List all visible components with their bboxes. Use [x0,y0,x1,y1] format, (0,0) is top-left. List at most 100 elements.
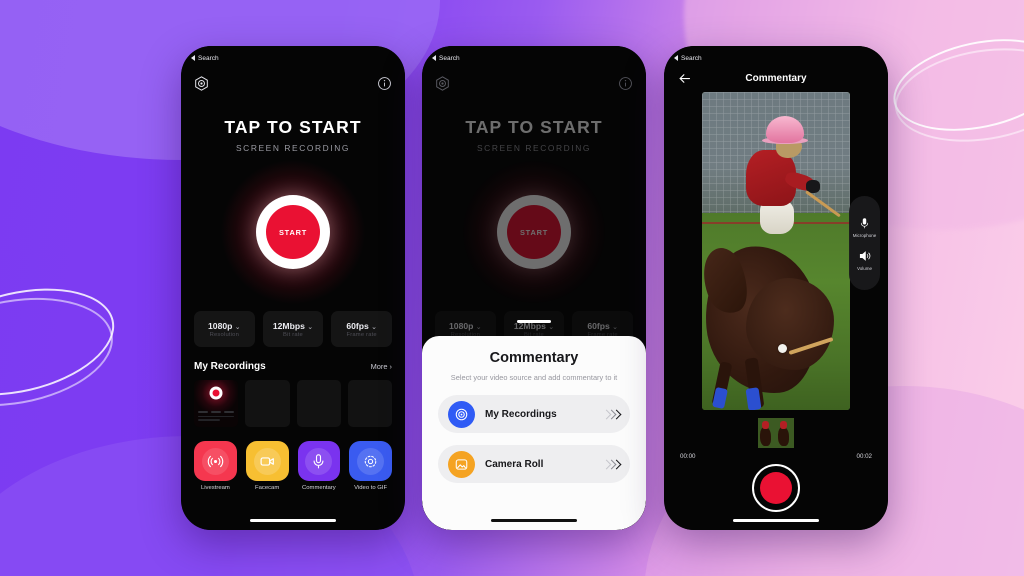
chip-framerate-value: 60fps [346,320,369,331]
start-button[interactable]: START [256,195,330,269]
timeline-frame [776,418,794,448]
page-title: TAP TO START [465,117,603,137]
chevron-down-icon: ⌄ [475,323,482,331]
phone3-screen: Search Commentary Microphone Volume 00:0… [664,46,888,530]
chip-resolution[interactable]: 1080p ⌄ Resolution [194,311,255,347]
phone1-start-area: START [181,157,405,307]
record-button[interactable] [752,464,800,512]
chevron-down-icon: ⌄ [307,323,314,331]
home-indicator [491,518,577,522]
timeline-times: 00:00 00:02 [664,448,888,460]
start-button-label: START [519,227,549,237]
video-timeline[interactable]: 00:00 00:02 [664,418,888,460]
page-subtitle: SCREEN RECORDING [476,143,591,153]
control-microphone-label: Microphone [852,233,877,238]
recording-thumbnail[interactable] [194,380,239,427]
arrow-left-icon[interactable] [676,70,692,86]
control-microphone[interactable]: Microphone [852,215,877,238]
home-indicator [250,518,336,522]
phone1-settings-chips: 1080p ⌄ Resolution 12Mbps ⌄ Bit rate 60f… [181,311,405,347]
my-recordings-header: My Recordings More › [181,361,405,372]
target-settings-icon[interactable] [434,75,451,92]
phone1-hero: TAP TO START SCREEN RECORDING [181,117,405,153]
chip-resolution-value: 1080p [449,320,474,331]
page-title: Commentary [745,72,807,84]
my-recordings-more-link[interactable]: More › [371,362,392,371]
action-video-to-gif-label: Video to GIF [354,485,388,491]
action-video-to-gif-tile [349,441,392,481]
control-volume[interactable]: Volume [857,248,873,271]
phone3-status-bar: Search [664,46,888,67]
microphone-icon [856,215,872,231]
status-bar-back-label: Search [439,54,460,62]
status-bar-back-to-search[interactable]: Search [191,55,219,62]
sheet-option-my-recordings-label: My Recordings [485,408,557,420]
action-livestream[interactable]: Livestream [194,441,237,491]
video-polo-ball [778,344,787,353]
phone3-header: Commentary [664,67,888,89]
timeline-frame [758,418,776,448]
phone1-top-bar [181,67,405,95]
action-livestream-label: Livestream [200,485,230,491]
sheet-option-camera-roll-label: Camera Roll [485,458,544,470]
action-commentary-label: Commentary [302,485,336,491]
timeline-filmstrip [664,418,888,448]
video-camera-icon [253,447,281,475]
speaker-icon [857,248,873,264]
video-preview[interactable] [702,92,850,410]
recording-thumbnail[interactable] [245,380,290,427]
record-button-area [664,464,888,512]
record-button-core [760,472,792,504]
timeline-total-time: 00:02 [856,453,872,460]
chip-bitrate-label: Bit rate [283,331,303,338]
status-bar-back-label: Search [681,54,702,62]
sheet-subtitle: Select your video source and add comment… [450,373,618,382]
action-video-to-gif[interactable]: Video to GIF [349,441,392,491]
my-recordings-title: My Recordings [194,361,266,372]
video-rider-helmet [766,116,804,143]
status-bar-back-to-search[interactable]: Search [432,55,460,62]
sheet-option-camera-roll[interactable]: Camera Roll [438,445,630,484]
phone1-screen: Search TAP TO START SCREEN RECORDING STA… [181,46,405,530]
screenshot-stage: Search TAP TO START SCREEN RECORDING STA… [0,0,1024,576]
chevron-down-icon: ⌄ [612,323,619,331]
chip-resolution-value: 1080p [208,320,233,331]
info-icon[interactable] [376,75,393,92]
status-bar-back-to-search[interactable]: Search [674,55,702,62]
chip-bitrate-value: 12Mbps [272,320,305,331]
recording-thumbnail[interactable] [347,380,392,427]
chevron-down-icon: ⌄ [548,323,555,331]
sheet-title: Commentary [489,350,579,366]
start-button[interactable]: START [497,195,571,269]
phone-mockup-commentary: Search Commentary Microphone Volume 00:0… [664,46,888,530]
quick-actions-row: Livestream Facecam Commentary Video to G… [181,441,405,491]
phone2-start-area: START [422,157,646,307]
sheet-option-my-recordings[interactable]: My Recordings [438,395,630,434]
microphone-icon [305,447,333,475]
triple-chevron-right-icon [601,459,622,470]
target-icon [448,400,475,428]
video-side-controls: Microphone Volume [849,196,880,290]
broadcast-icon [201,447,229,475]
commentary-bottom-sheet: Commentary Select your video source and … [422,320,646,530]
triangle-left-icon [674,55,678,61]
action-livestream-tile [194,441,237,481]
chip-framerate[interactable]: 60fps ⌄ Frame rate [331,311,393,347]
page-subtitle: SCREEN RECORDING [235,143,350,153]
chip-framerate-value: 60fps [587,320,610,331]
sheet-grabber[interactable] [517,320,551,324]
chip-bitrate[interactable]: 12Mbps ⌄ Bit rate [262,311,324,347]
start-button-core: START [507,205,561,259]
action-facecam-label: Facecam [255,485,280,491]
action-facecam[interactable]: Facecam [245,441,289,491]
triple-chevron-right-icon [601,409,622,420]
recordings-thumbnail-list [181,380,405,427]
home-indicator [733,518,819,522]
info-icon[interactable] [617,75,634,92]
chip-framerate-label: Frame rate [346,331,377,338]
action-commentary-tile [297,441,341,481]
photo-icon [448,450,475,478]
recording-thumbnail[interactable] [296,380,341,427]
target-settings-icon[interactable] [193,75,210,92]
action-commentary[interactable]: Commentary [297,441,341,491]
